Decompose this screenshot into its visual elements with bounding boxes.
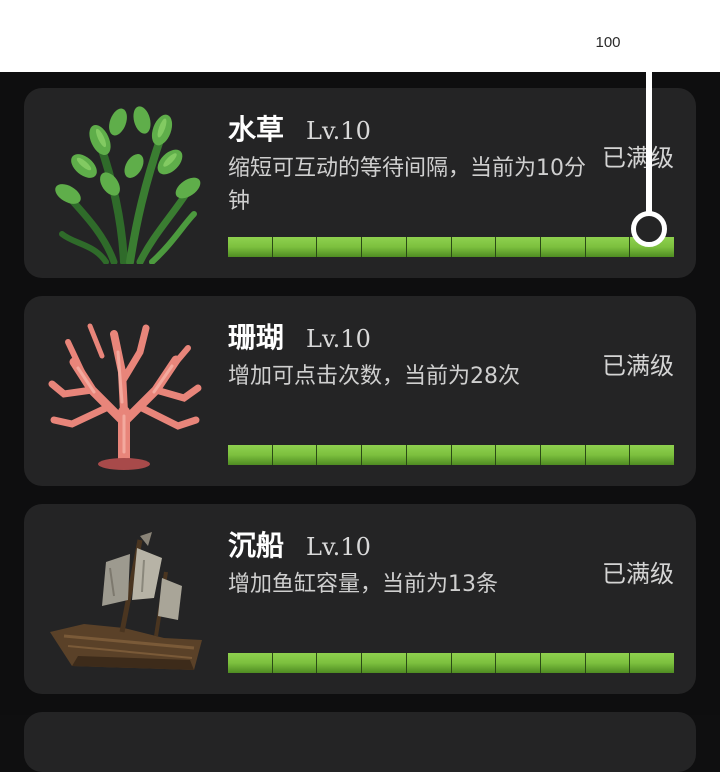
max-level-status: 已满级: [602, 144, 674, 172]
coral-icon: [48, 323, 202, 470]
upgrade-card-shipwreck[interactable]: 沉船 Lv.10 增加鱼缸容量，当前为13条 已满级: [24, 504, 696, 694]
progress-segment: [496, 445, 541, 465]
level-progress-bar: [228, 653, 675, 673]
level-progress-bar: [228, 237, 675, 257]
callout-label: 100: [595, 34, 621, 51]
max-level-status: 已满级: [602, 560, 674, 588]
item-level: Lv.10: [306, 533, 371, 561]
progress-segment: [317, 445, 363, 465]
progress-segment: [540, 653, 586, 673]
progress-segment: [317, 653, 363, 673]
progress-segment: [540, 237, 586, 257]
callout-line: [646, 72, 652, 220]
progress-segment: [362, 237, 407, 257]
progress-segment: [406, 653, 452, 673]
item-title-row: 水草 Lv.10: [228, 108, 371, 148]
item-level: Lv.10: [306, 117, 371, 145]
item-name: 珊瑚: [228, 321, 285, 354]
level-progress-bar: [228, 445, 675, 465]
progress-segment: [362, 445, 407, 465]
progress-segment: [585, 237, 631, 257]
progress-segment: [630, 445, 675, 465]
upgrade-card-coral[interactable]: 珊瑚 Lv.10 增加可点击次数，当前为28次 已满级: [24, 296, 696, 486]
progress-segment: [630, 653, 675, 673]
progress-segment: [585, 653, 631, 673]
upgrade-card-partial[interactable]: [24, 712, 696, 772]
progress-segment: [272, 653, 318, 673]
progress-segment: [451, 237, 497, 257]
item-name: 水草: [228, 113, 285, 146]
progress-segment: [406, 445, 452, 465]
callout-marker: [631, 211, 667, 247]
progress-segment: [496, 237, 541, 257]
item-title-row: 珊瑚 Lv.10: [228, 316, 371, 356]
progress-segment: [451, 445, 497, 465]
progress-segment: [272, 237, 318, 257]
item-name: 沉船: [228, 529, 285, 562]
upgrade-list: 水草 Lv.10 缩短可互动的等待间隔，当前为10分钟 已满级 珊瑚 Lv.10…: [0, 72, 720, 772]
item-description: 增加鱼缸容量，当前为13条: [228, 572, 498, 597]
aquatic-plant-icon: [55, 106, 201, 264]
progress-segment: [585, 445, 631, 465]
progress-segment: [228, 445, 273, 465]
progress-segment: [362, 653, 407, 673]
item-description: 缩短可互动的等待间隔，当前为10分钟: [228, 156, 586, 214]
item-level: Lv.10: [306, 325, 371, 353]
progress-segment: [540, 445, 586, 465]
progress-segment: [228, 653, 273, 673]
item-title-row: 沉船 Lv.10: [228, 524, 371, 564]
progress-segment: [317, 237, 363, 257]
progress-segment: [496, 653, 541, 673]
progress-segment: [451, 653, 497, 673]
item-description: 增加可点击次数，当前为28次: [228, 364, 520, 389]
progress-segment: [228, 237, 273, 257]
upgrade-card-aquatic-plant[interactable]: 水草 Lv.10 缩短可互动的等待间隔，当前为10分钟 已满级: [24, 88, 696, 278]
progress-segment: [272, 445, 318, 465]
max-level-status: 已满级: [602, 352, 674, 380]
shipwreck-icon: [50, 532, 202, 670]
progress-segment: [406, 237, 452, 257]
